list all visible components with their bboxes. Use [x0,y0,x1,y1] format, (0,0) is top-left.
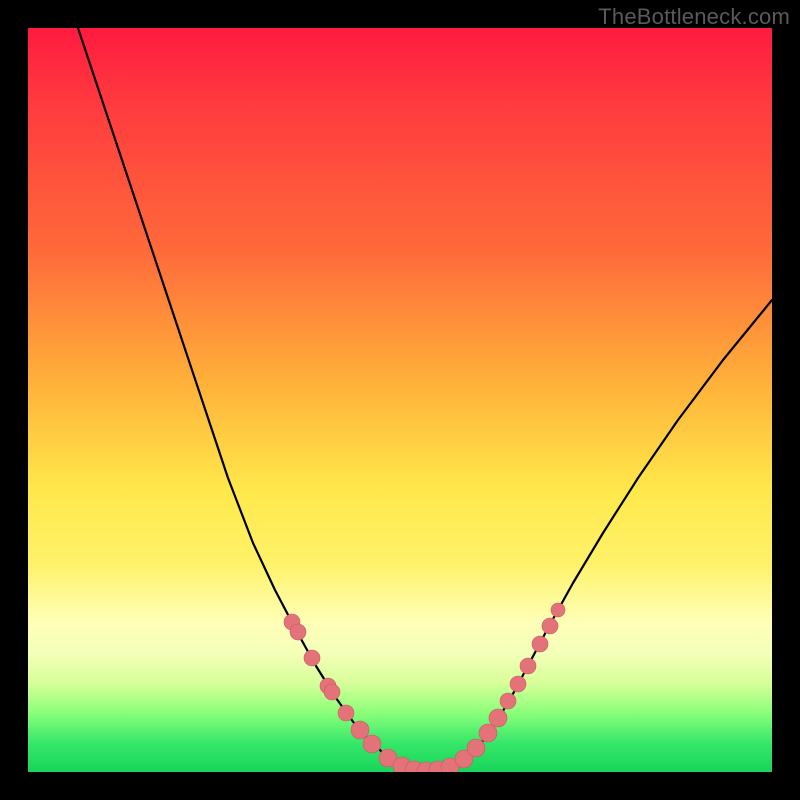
data-dot [363,735,381,753]
data-dot [324,684,340,700]
dot-group [284,603,565,772]
data-dot [551,603,565,617]
data-dot [510,676,526,692]
watermark-text: TheBottleneck.com [598,4,790,30]
chart-svg [28,28,772,772]
data-dot [489,709,507,727]
data-dot [500,693,516,709]
data-dot [532,636,548,652]
data-dot [479,724,497,742]
chart-frame: TheBottleneck.com [0,0,800,800]
curve-left-branch [78,28,400,765]
plot-area [28,28,772,772]
data-dot [520,658,536,674]
data-dot [338,705,354,721]
data-dot [467,739,485,757]
curve-group [78,28,772,771]
data-dot [290,624,306,640]
data-dot [351,721,369,739]
data-dot [304,650,320,666]
data-dot [542,618,558,634]
